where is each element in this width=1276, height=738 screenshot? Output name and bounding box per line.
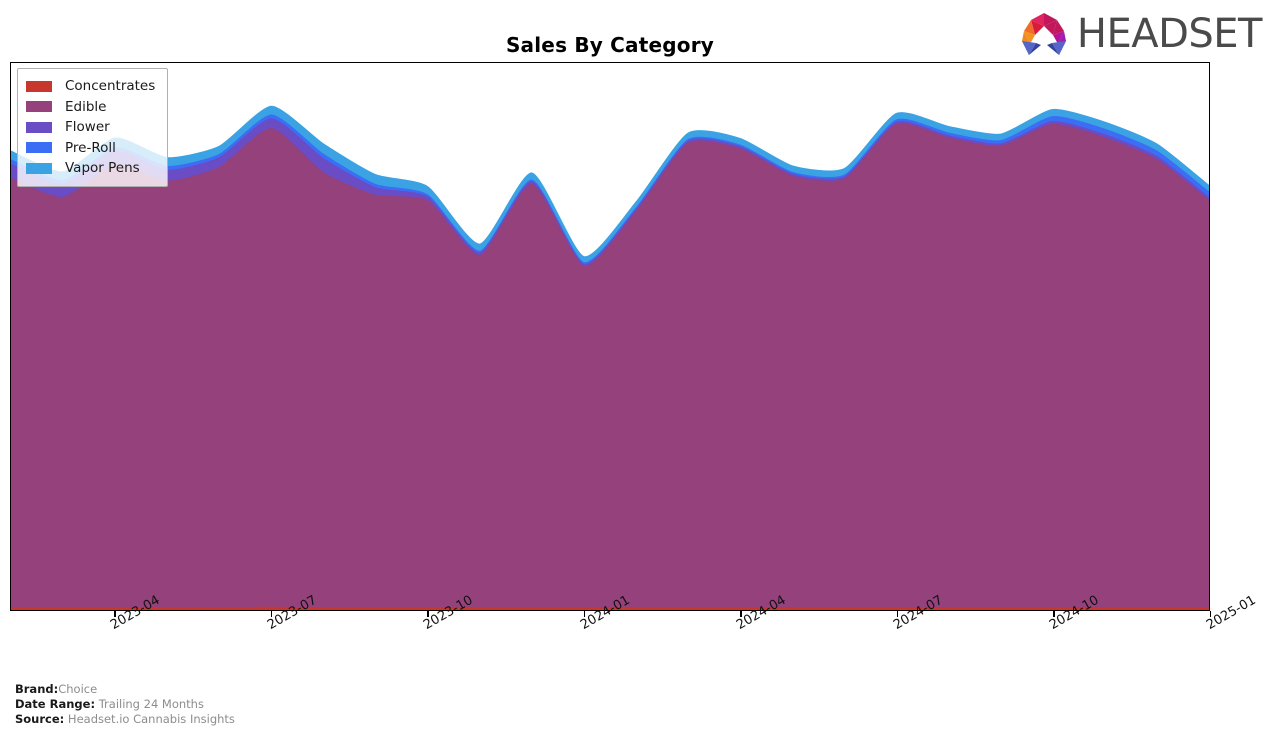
legend-label-vaporpens: Vapor Pens (65, 160, 140, 177)
footer-value-date-range: Trailing 24 Months (98, 697, 204, 711)
legend-item[interactable]: Flower (26, 117, 155, 138)
chart-page: Sales By Category HEADSET Concentrates E… (0, 0, 1276, 738)
headset-brand-logo: HEADSET (1017, 10, 1263, 58)
footer-value-source: Headset.io Cannabis Insights (67, 712, 235, 726)
footer-key-source: Source: (15, 712, 65, 726)
legend-label-flower: Flower (65, 119, 110, 136)
legend-item[interactable]: Pre-Roll (26, 138, 155, 159)
footer-key-brand: Brand: (15, 682, 59, 696)
headset-logo-icon (1021, 13, 1066, 55)
legend-swatch-edible (26, 101, 52, 113)
legend-label-concentrates: Concentrates (65, 78, 156, 95)
footer-value-brand: Choice (58, 682, 98, 696)
footer-key-date-range: Date Range: (15, 697, 96, 711)
stacked-area-chart (11, 105, 1209, 610)
legend-swatch-vaporpens (26, 162, 52, 174)
legend-item[interactable]: Concentrates (26, 76, 155, 97)
legend-swatch-flower (26, 121, 52, 133)
x-axis-tick-label: 2025-01 (1204, 592, 1259, 633)
legend-label-edible: Edible (65, 98, 107, 115)
legend-label-preroll: Pre-Roll (65, 139, 116, 156)
area-series-edible (11, 123, 1209, 610)
footer-row-source: Source: Headset.io Cannabis Insights (15, 712, 235, 727)
footer-row-date-range: Date Range: Trailing 24 Months (15, 697, 235, 712)
plot-area (10, 62, 1210, 611)
chart-footer: Brand:Choice Date Range: Trailing 24 Mon… (15, 682, 235, 727)
legend-swatch-preroll (26, 142, 52, 154)
legend-swatch-concentrates (26, 80, 52, 92)
x-axis: 2023-04 2023-07 2023-10 2024-01 2024-04 2024-… (10, 593, 1258, 681)
brand-wordmark: HEADSET (1076, 11, 1263, 57)
chart-legend: Concentrates Edible Flower Pre-Roll Vapo… (17, 68, 169, 187)
legend-item[interactable]: Edible (26, 97, 155, 118)
legend-item[interactable]: Vapor Pens (26, 158, 155, 179)
footer-row-brand: Brand:Choice (15, 682, 235, 697)
